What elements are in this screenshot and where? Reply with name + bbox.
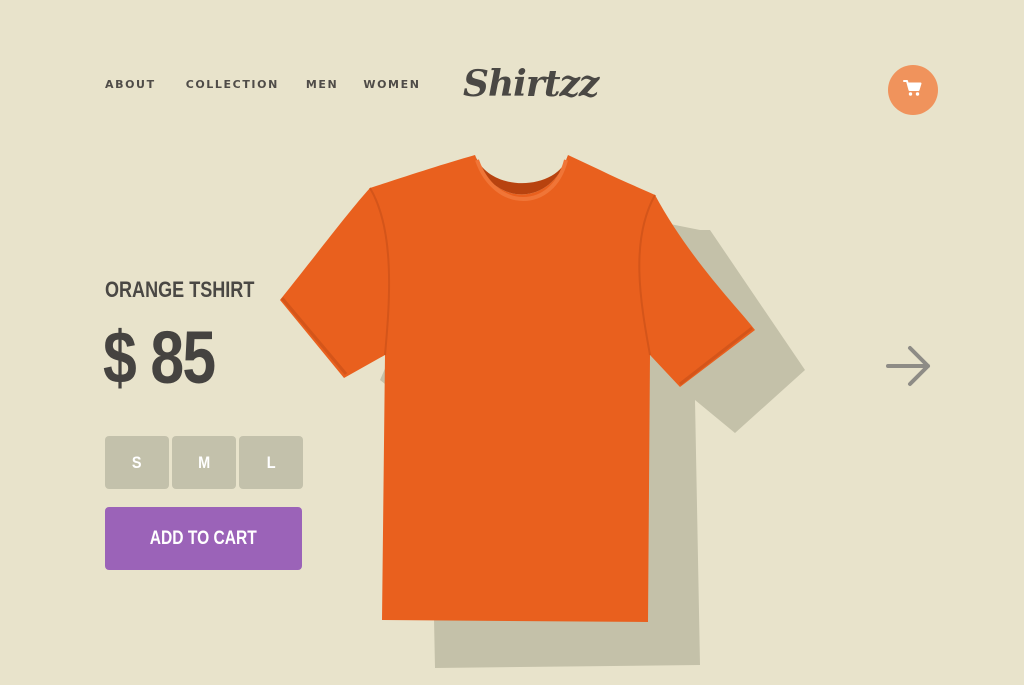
- size-button-m[interactable]: M: [172, 436, 236, 489]
- nav-item-about[interactable]: ABOUT: [105, 77, 156, 93]
- nav-item-women[interactable]: WOMEN: [363, 77, 420, 93]
- next-product-button[interactable]: [884, 342, 934, 390]
- cart-button[interactable]: [888, 65, 938, 115]
- brand-logo[interactable]: Shirtzz: [463, 60, 599, 108]
- orange-tshirt-image: [270, 150, 830, 680]
- size-label: M: [197, 452, 211, 472]
- size-label: S: [132, 452, 142, 472]
- shopping-cart-icon: [903, 79, 923, 102]
- add-to-cart-label: ADD TO CART: [149, 527, 258, 549]
- nav-item-collection[interactable]: COLLECTION: [186, 77, 279, 93]
- size-button-s[interactable]: S: [105, 436, 169, 489]
- product-title: ORANGE TSHIRT: [105, 277, 255, 302]
- arrow-right-icon: [884, 346, 934, 394]
- product-price: $ 85: [103, 316, 216, 399]
- nav-item-men[interactable]: MEN: [306, 77, 338, 93]
- main-nav: ABOUT COLLECTION MEN WOMEN: [105, 77, 421, 93]
